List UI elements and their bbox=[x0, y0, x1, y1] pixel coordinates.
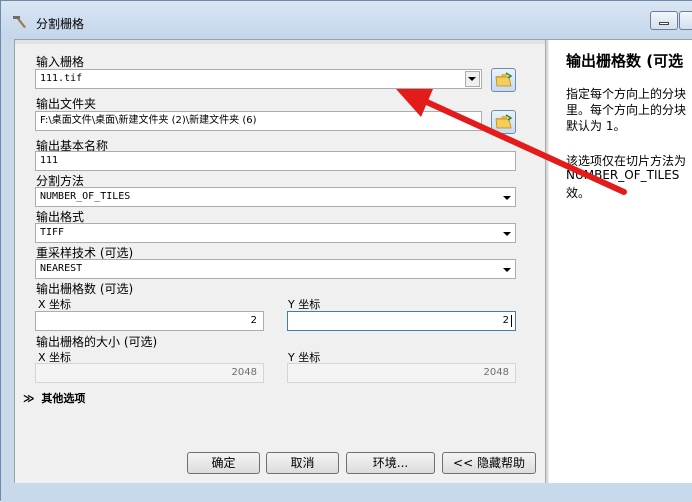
red-arrow-annotation bbox=[396, 89, 627, 195]
